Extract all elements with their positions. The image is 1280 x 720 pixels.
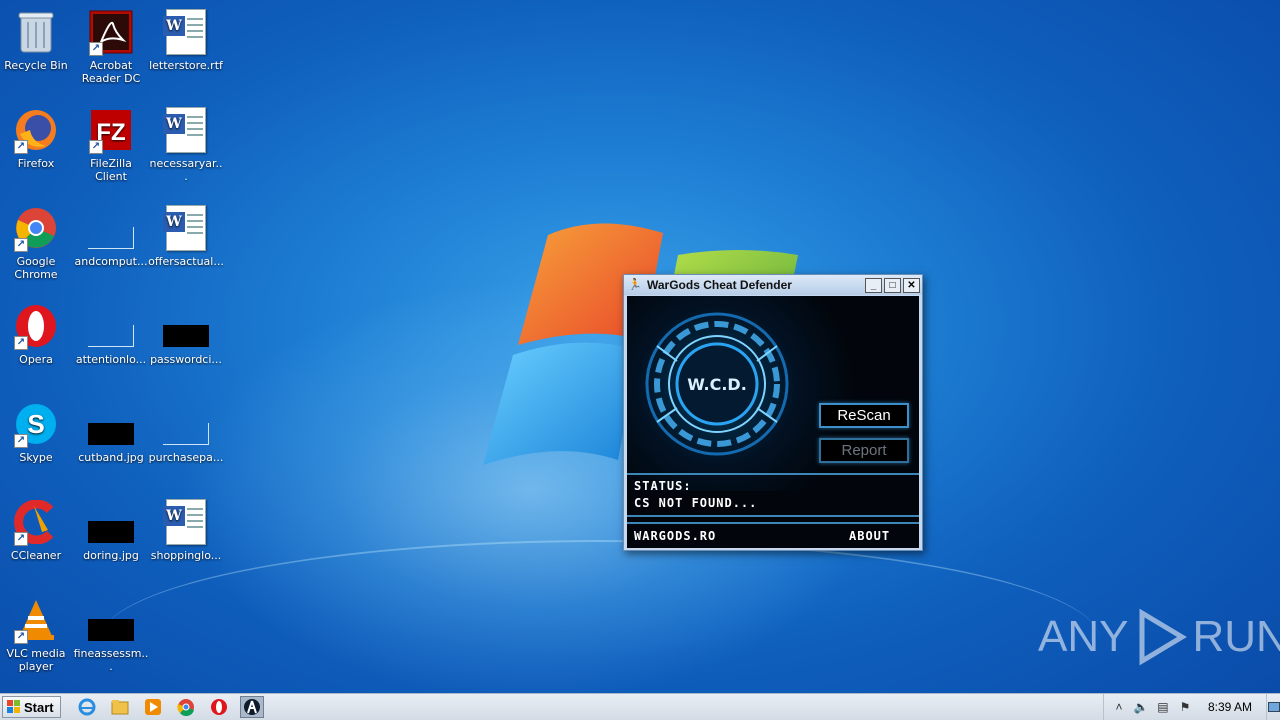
about-link[interactable]: ABOUT [849, 529, 890, 543]
rescan-button[interactable]: ReScan [819, 403, 909, 428]
desktop-icon-vlc[interactable]: ↗ VLC media player [0, 596, 74, 673]
start-label: Start [24, 699, 54, 715]
black-image-icon [87, 596, 135, 644]
shortcut-arrow-icon: ↗ [14, 140, 28, 154]
ccleaner-icon: ↗ [12, 498, 60, 546]
watermark-left-text: ANY [1038, 612, 1129, 661]
app-runner-icon: 🏃 [628, 279, 642, 291]
app-client-area: W.C.D. ReScan Report STATUS: CS NOT FOUN… [627, 296, 919, 548]
window-titlebar[interactable]: 🏃 WarGods Cheat Defender _ □ ✕ [624, 275, 922, 295]
blank-file-icon [87, 302, 135, 350]
blank-file-icon [87, 204, 135, 252]
explorer-icon[interactable] [108, 696, 132, 718]
shortcut-arrow-icon: ↗ [14, 238, 28, 252]
wcd-hud-logo: W.C.D. [645, 312, 789, 456]
word-document-icon: W [162, 204, 210, 252]
opera-icon[interactable] [207, 696, 231, 718]
desktop-icon-offersactual[interactable]: W offersactual... [148, 204, 224, 268]
status-panel: STATUS: CS NOT FOUND... [627, 473, 919, 515]
word-document-icon: W [162, 106, 210, 154]
shortcut-arrow-icon: ↗ [14, 532, 28, 546]
maximize-button[interactable]: □ [884, 277, 901, 293]
ie-icon[interactable] [75, 696, 99, 718]
shortcut-arrow-icon: ↗ [14, 336, 28, 350]
start-button[interactable]: Start [2, 696, 61, 718]
anyrun-watermark: ANY RUN [1038, 607, 1280, 667]
svg-text:S: S [27, 409, 44, 439]
clock[interactable]: 8:39 AM [1208, 700, 1252, 714]
window-title: WarGods Cheat Defender [647, 278, 792, 292]
chevron-up-icon[interactable]: ˄ [1110, 698, 1128, 716]
desktop-icon-skype[interactable]: S ↗ Skype [0, 400, 74, 464]
wcd-app-icon[interactable] [239, 696, 264, 718]
firefox-icon: ↗ [12, 106, 60, 154]
divider [627, 515, 919, 517]
desktop-icon-passwordci[interactable]: passwordci... [148, 302, 224, 366]
filezilla-icon: FZ ↗ [87, 106, 135, 154]
desktop-icon-acrobat[interactable]: ↗ Acrobat Reader DC [73, 8, 149, 85]
skype-icon: S ↗ [12, 400, 60, 448]
black-image-icon [87, 498, 135, 546]
black-image-icon [162, 302, 210, 350]
taskbar: Start ˄ 🔈 ▤ ⚑ 8:39 AM [0, 693, 1280, 720]
chrome-icon: ↗ [12, 204, 60, 252]
black-image-icon [87, 400, 135, 448]
flag-icon[interactable]: ⚑ [1176, 698, 1194, 716]
vlc-icon: ↗ [12, 596, 60, 644]
desktop-icon-letterstore[interactable]: W letterstore.rtf [148, 8, 224, 72]
desktop-icon-filezilla[interactable]: FZ ↗ FileZilla Client [73, 106, 149, 183]
word-document-icon: W [162, 8, 210, 56]
watermark-right-text: RUN [1192, 612, 1280, 661]
minimize-button[interactable]: _ [865, 277, 882, 293]
desktop-icon-purchasepa[interactable]: purchasepa... [148, 400, 224, 464]
desktop-icon-firefox[interactable]: ↗ Firefox [0, 106, 74, 170]
desktop-icon-recycle-bin[interactable]: Recycle Bin [0, 8, 74, 72]
desktop-icon-andcomput[interactable]: andcomput... [73, 204, 149, 268]
volume-icon[interactable]: 🔈 [1132, 698, 1150, 716]
desktop-icon-cutband[interactable]: cutband.jpg [73, 400, 149, 464]
hud-logo-text: W.C.D. [687, 375, 747, 394]
windows-flag-icon [7, 700, 21, 714]
desktop-icon-shoppinglo[interactable]: W shoppinglo... [148, 498, 224, 562]
word-document-icon: W [162, 498, 210, 546]
status-label: STATUS: [634, 479, 692, 493]
report-button[interactable]: Report [819, 438, 909, 463]
acrobat-icon: ↗ [87, 8, 135, 56]
desktop-icon-attentionlo[interactable]: attentionlo... [73, 302, 149, 366]
status-value: CS NOT FOUND... [634, 496, 758, 510]
opera-icon: ↗ [12, 302, 60, 350]
divider [627, 522, 919, 524]
play-triangle-icon [1139, 608, 1188, 666]
show-desktop-button[interactable] [1266, 693, 1280, 720]
media-player-icon[interactable] [141, 696, 165, 718]
desktop-icon-ccleaner[interactable]: ↗ CCleaner [0, 498, 74, 562]
wargods-cheat-defender-window[interactable]: 🏃 WarGods Cheat Defender _ □ ✕ W.C.D. Re… [623, 274, 923, 551]
shortcut-arrow-icon: ↗ [14, 630, 28, 644]
desktop-icon-opera[interactable]: ↗ Opera [0, 302, 74, 366]
shortcut-arrow-icon: ↗ [89, 140, 103, 154]
blank-file-icon [162, 400, 210, 448]
desktop-icon-necessaryar[interactable]: W necessaryar... [148, 106, 224, 183]
chrome-icon[interactable] [174, 696, 198, 718]
recycle-bin-icon [12, 8, 60, 56]
desktop-icon-doring[interactable]: doring.jpg [73, 498, 149, 562]
close-button[interactable]: ✕ [903, 277, 920, 293]
shortcut-arrow-icon: ↗ [89, 42, 103, 56]
desktop-icon-chrome[interactable]: ↗ Google Chrome [0, 204, 74, 281]
shortcut-arrow-icon: ↗ [14, 434, 28, 448]
desktop-icon-fineassessm[interactable]: fineassessm... [73, 596, 149, 673]
wargods-site-link[interactable]: WARGODS.RO [634, 529, 716, 543]
network-icon[interactable]: ▤ [1154, 698, 1172, 716]
system-tray: ˄ 🔈 ▤ ⚑ 8:39 AM [1102, 693, 1280, 720]
